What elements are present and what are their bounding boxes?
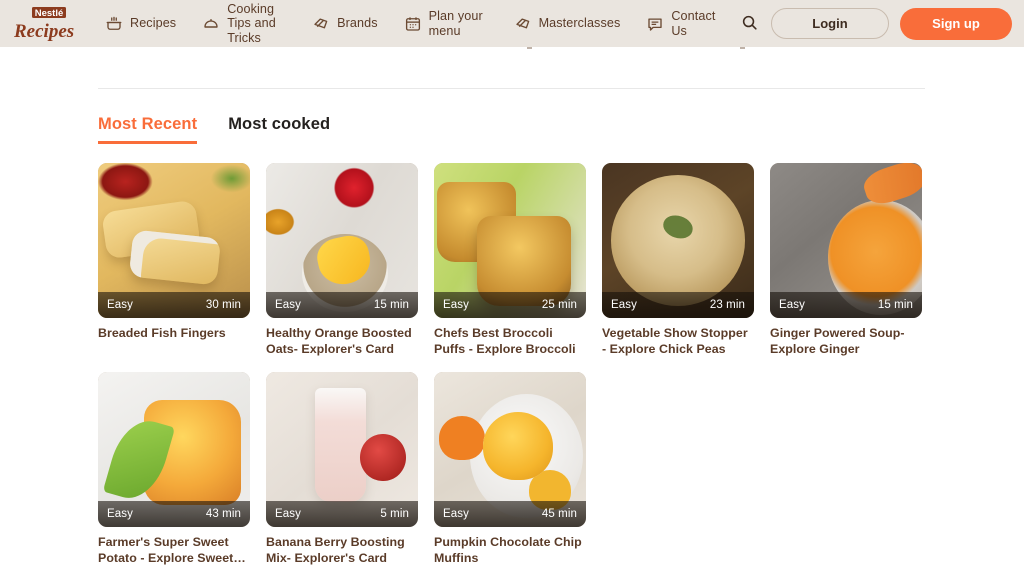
nav-label: Masterclasses — [538, 16, 621, 31]
recipe-thumbnail[interactable]: Easy 30 min — [98, 163, 250, 318]
recipe-meta-overlay: Easy 5 min — [266, 501, 418, 527]
svg-text:Nestlé: Nestlé — [35, 8, 64, 19]
difficulty-badge: Easy — [275, 508, 301, 520]
nav-label: Contact Us — [671, 9, 716, 38]
recipe-title[interactable]: Farmer's Super Sweet Potato - Explore Sw… — [98, 535, 250, 566]
difficulty-badge: Easy — [611, 299, 637, 311]
recipe-meta-overlay: Easy 23 min — [602, 292, 754, 318]
cook-time-badge: 25 min — [541, 299, 577, 311]
recipe-card[interactable]: Easy 43 min Farmer's Super Sweet Potato … — [98, 372, 250, 566]
site-logo[interactable]: Nestlé Recipes — [8, 4, 80, 44]
recipe-thumbnail[interactable]: Easy 15 min — [266, 163, 418, 318]
tab-most-recent[interactable]: Most Recent — [98, 115, 198, 144]
auth-actions: Login Sign up — [771, 7, 1012, 40]
login-button[interactable]: Login — [771, 8, 889, 39]
nav-label: Recipes — [130, 16, 177, 31]
pot-icon — [105, 15, 123, 33]
recipe-meta-overlay: Easy 30 min — [98, 292, 250, 318]
recipe-thumbnail[interactable]: Easy 43 min — [98, 372, 250, 527]
difficulty-badge: Easy — [107, 299, 133, 311]
recipe-card[interactable]: Easy 5 min Banana Berry Boosting Mix- Ex… — [266, 372, 418, 566]
recipe-meta-overlay: Easy 15 min — [770, 292, 922, 318]
nav-label: Cooking Tips and Tricks — [227, 2, 276, 45]
cook-time-badge: 30 min — [205, 299, 241, 311]
recipe-card[interactable]: Easy 23 min Vegetable Show Stopper - Exp… — [602, 163, 754, 357]
recipe-card[interactable]: Easy 45 min Pumpkin Chocolate Chip Muffi… — [434, 372, 586, 566]
recipe-title[interactable]: Chefs Best Broccoli Puffs - Explore Broc… — [434, 326, 586, 357]
nav-label: Plan your menu — [428, 9, 483, 38]
difficulty-badge: Easy — [107, 508, 133, 520]
recipe-thumbnail[interactable]: Easy 45 min — [434, 372, 586, 527]
recipe-title[interactable]: Healthy Orange Boosted Oats- Explorer's … — [266, 326, 418, 357]
difficulty-badge: Easy — [779, 299, 805, 311]
recipe-filter-tabs: Most Recent Most cooked — [0, 89, 1024, 144]
recipe-meta-overlay: Easy 43 min — [98, 501, 250, 527]
main-navigation: Recipes Cooking Tips and Tricks Brands P… — [92, 2, 771, 45]
recipe-title[interactable]: Ginger Powered Soup- Explore Ginger — [770, 326, 922, 357]
site-header: Nestlé Recipes Recipes Cooking Tips and … — [0, 0, 1024, 47]
cook-time-badge: 23 min — [709, 299, 745, 311]
search-button[interactable] — [735, 7, 763, 41]
cook-time-badge: 5 min — [380, 508, 409, 520]
nav-item-plan-your-menu[interactable]: Plan your menu — [391, 9, 501, 38]
recipe-card[interactable]: Easy 30 min Breaded Fish Fingers — [98, 163, 250, 357]
signup-button[interactable]: Sign up — [900, 7, 1012, 40]
tab-most-cooked[interactable]: Most cooked — [228, 115, 330, 144]
recipe-thumbnail[interactable]: Easy 23 min — [602, 163, 754, 318]
nav-label: Brands — [337, 16, 378, 31]
chat-bubble-icon — [646, 15, 664, 33]
recipe-title[interactable]: Breaded Fish Fingers — [98, 326, 250, 342]
cook-time-badge: 15 min — [877, 299, 913, 311]
difficulty-badge: Easy — [443, 508, 469, 520]
nav-item-masterclasses[interactable]: Masterclasses — [501, 15, 634, 33]
pot-lid-icon — [202, 15, 220, 33]
recipe-thumbnail[interactable]: Easy 5 min — [266, 372, 418, 527]
nav-item-contact-us[interactable]: Contact Us — [633, 9, 731, 38]
recipe-meta-overlay: Easy 15 min — [266, 292, 418, 318]
nav-item-brands[interactable]: Brands — [299, 15, 391, 33]
brands-tag-icon — [312, 15, 330, 33]
difficulty-badge: Easy — [275, 299, 301, 311]
difficulty-badge: Easy — [443, 299, 469, 311]
recipe-card[interactable]: Easy 25 min Chefs Best Broccoli Puffs - … — [434, 163, 586, 357]
recipe-title[interactable]: Pumpkin Chocolate Chip Muffins — [434, 535, 586, 566]
recipe-thumbnail[interactable]: Easy 15 min — [770, 163, 922, 318]
recipe-card[interactable]: Easy 15 min Healthy Orange Boosted Oats-… — [266, 163, 418, 357]
nav-item-recipes[interactable]: Recipes — [92, 15, 189, 33]
main-content: Most Recent Most cooked Easy 30 min Brea… — [0, 88, 1024, 566]
cook-time-badge: 45 min — [541, 508, 577, 520]
cook-time-badge: 15 min — [373, 299, 409, 311]
recipe-card[interactable]: Easy 15 min Ginger Powered Soup- Explore… — [770, 163, 922, 357]
recipe-grid: Easy 30 min Breaded Fish Fingers Easy 15… — [0, 144, 1024, 566]
recipe-meta-overlay: Easy 45 min — [434, 501, 586, 527]
recipe-thumbnail[interactable]: Easy 25 min — [434, 163, 586, 318]
scrolled-content-sliver — [0, 45, 1024, 50]
search-icon — [740, 13, 759, 35]
masterclass-tag-icon — [514, 15, 532, 33]
nav-item-cooking-tips-and-tricks[interactable]: Cooking Tips and Tricks — [189, 2, 299, 45]
recipe-title[interactable]: Banana Berry Boosting Mix- Explorer's Ca… — [266, 535, 418, 566]
calendar-icon — [404, 15, 422, 33]
svg-text:Recipes: Recipes — [13, 21, 74, 42]
cook-time-badge: 43 min — [205, 508, 241, 520]
recipe-meta-overlay: Easy 25 min — [434, 292, 586, 318]
recipe-title[interactable]: Vegetable Show Stopper - Explore Chick P… — [602, 326, 754, 357]
